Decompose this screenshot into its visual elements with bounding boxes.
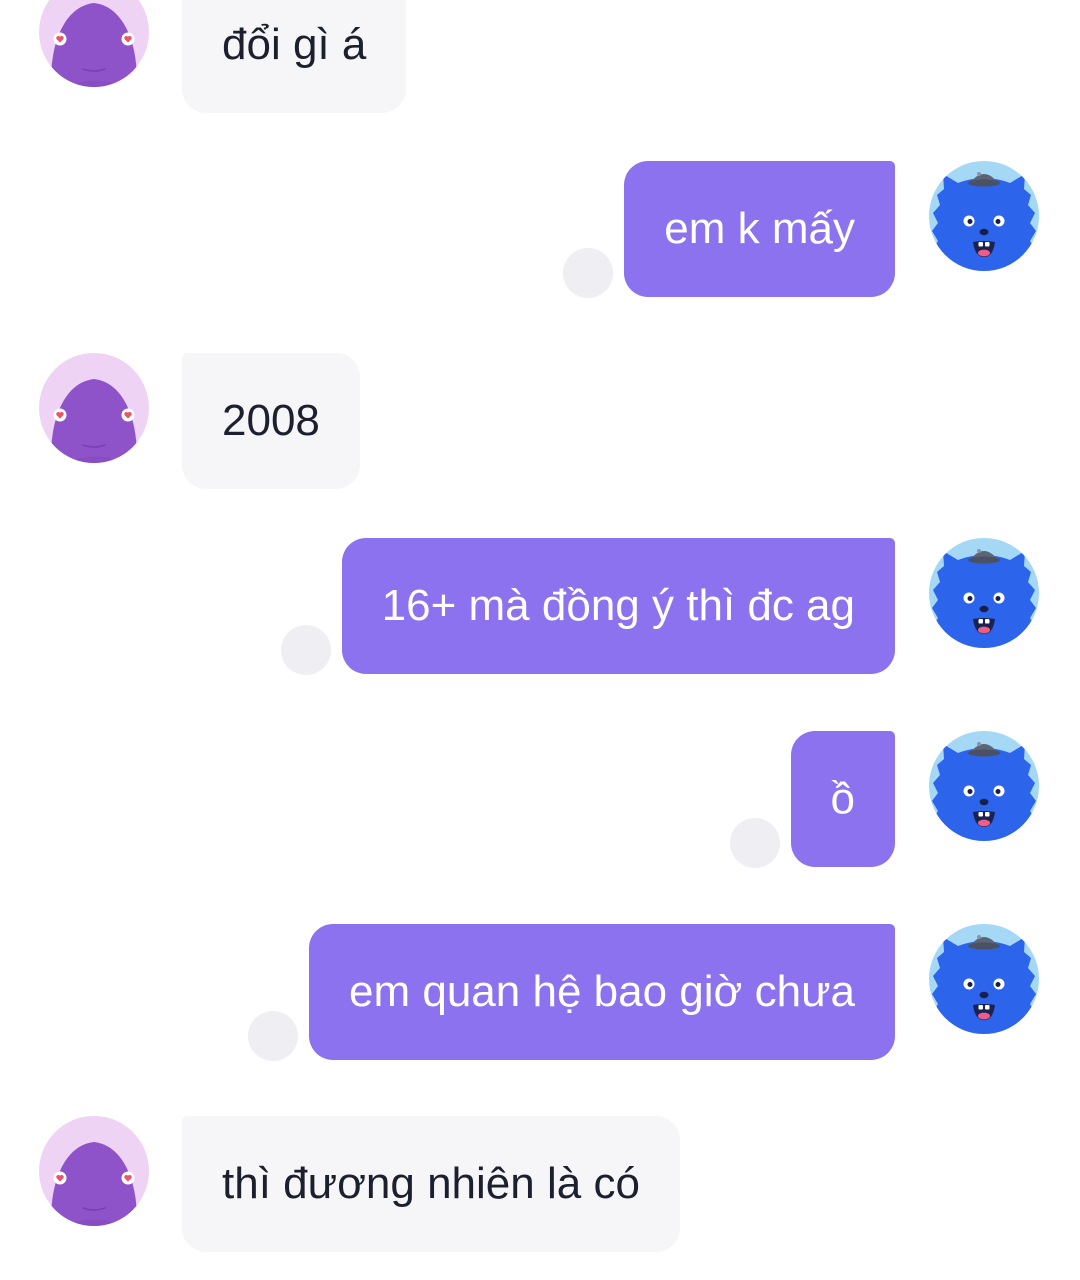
read-receipt: [248, 1011, 299, 1061]
message-bubble-incoming[interactable]: đổi gì á: [182, 0, 407, 113]
purple-blob-avatar-icon: [39, 1116, 149, 1226]
read-receipt: [563, 248, 614, 298]
blue-monster-avatar-icon: [929, 924, 1039, 1034]
contact-avatar[interactable]: [39, 1116, 149, 1226]
message-row-incoming: đổi gì á: [0, 0, 1080, 113]
message-text: thì đương nhiên là có: [222, 1159, 640, 1208]
purple-blob-avatar-icon: [39, 353, 149, 463]
message-text: 16+ mà đồng ý thì đc ag: [381, 581, 855, 630]
my-avatar[interactable]: [929, 731, 1039, 841]
message-row-outgoing: em k mấy: [0, 161, 1080, 298]
my-avatar[interactable]: [929, 538, 1039, 648]
message-row-outgoing: em quan hệ bao giờ chưa: [0, 924, 1080, 1061]
my-avatar[interactable]: [929, 161, 1039, 271]
message-row-outgoing: 16+ mà đồng ý thì đc ag: [0, 538, 1080, 675]
double-check-icon: [281, 625, 331, 675]
blue-monster-avatar-icon: [929, 538, 1039, 648]
read-receipt: [280, 625, 331, 675]
message-bubble-outgoing[interactable]: em k mấy: [624, 161, 895, 297]
blue-monster-avatar-icon: [929, 731, 1039, 841]
chat-thread[interactable]: đổi gì á em k mấy 2008 16+ mà đồng ý thì…: [0, 0, 1080, 1280]
double-check-icon: [563, 248, 613, 298]
purple-blob-avatar-icon: [39, 0, 149, 87]
message-row-incoming: thì đương nhiên là có: [0, 1116, 1080, 1252]
message-text: ồ: [830, 774, 855, 823]
message-row-outgoing: ồ: [0, 731, 1080, 868]
message-text: em k mấy: [664, 204, 855, 253]
message-text: 2008: [222, 396, 320, 445]
read-receipt: [729, 818, 780, 868]
message-bubble-incoming[interactable]: thì đương nhiên là có: [182, 1116, 680, 1252]
double-check-icon: [730, 818, 780, 868]
message-row-incoming: 2008: [0, 353, 1080, 489]
double-check-icon: [248, 1011, 298, 1061]
blue-monster-avatar-icon: [929, 161, 1039, 271]
contact-avatar[interactable]: [39, 0, 149, 87]
contact-avatar[interactable]: [39, 353, 149, 463]
message-bubble-outgoing[interactable]: em quan hệ bao giờ chưa: [309, 924, 895, 1060]
message-text: đổi gì á: [222, 20, 367, 69]
message-bubble-outgoing[interactable]: 16+ mà đồng ý thì đc ag: [341, 538, 895, 674]
message-bubble-incoming[interactable]: 2008: [182, 353, 360, 489]
my-avatar[interactable]: [929, 924, 1039, 1034]
message-text: em quan hệ bao giờ chưa: [349, 967, 855, 1016]
message-bubble-outgoing[interactable]: ồ: [790, 731, 895, 867]
